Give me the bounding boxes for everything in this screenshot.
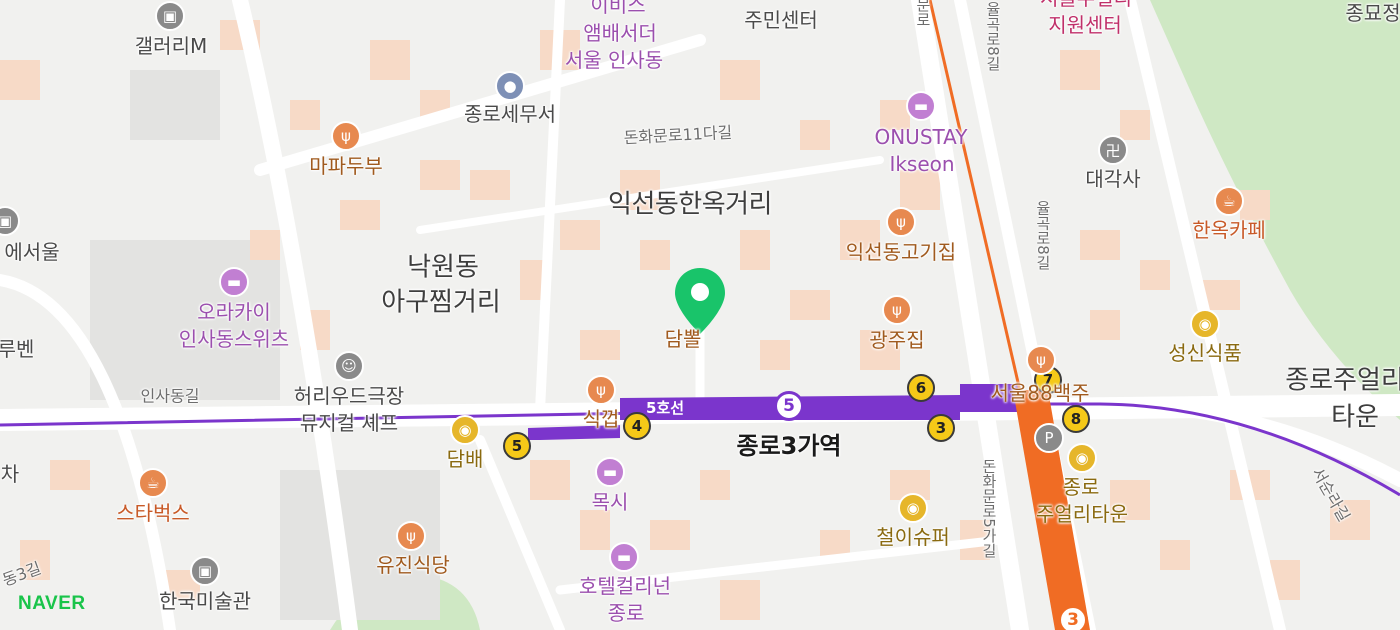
shop-icon[interactable]: ◉ bbox=[898, 493, 928, 523]
parking-icon[interactable]: P bbox=[1034, 423, 1064, 453]
label-seoul88: 서울88백주 bbox=[990, 381, 1090, 406]
restaurant-icon[interactable]: ψ bbox=[886, 207, 916, 237]
label-yujin: 유진식당 bbox=[376, 553, 450, 578]
cafe-icon[interactable]: ☕ bbox=[1214, 186, 1244, 216]
label-sungsin: 성신식품 bbox=[1168, 341, 1242, 366]
restaurant-icon[interactable]: ψ bbox=[1026, 345, 1056, 375]
label-okai-2: 인사동스위츠 bbox=[178, 327, 290, 352]
label-community-center: 주민센터 bbox=[744, 8, 818, 33]
label-hanok-cafe: 한옥카페 bbox=[1192, 218, 1266, 243]
hotel-icon[interactable]: ▬ bbox=[595, 457, 625, 487]
pin-label: 담뽈 bbox=[664, 327, 702, 352]
line3-badge[interactable]: 3 bbox=[1058, 605, 1088, 630]
hotel-icon[interactable]: ▬ bbox=[219, 267, 249, 297]
exit-6[interactable]: 6 bbox=[907, 374, 935, 402]
area-jewelry-1: 종로주얼리 bbox=[1285, 365, 1400, 396]
exit-3[interactable]: 3 bbox=[927, 414, 955, 442]
label-collin-1: 호텔컬리넌 bbox=[579, 574, 671, 599]
label-ibis-1: 이비스 bbox=[590, 0, 646, 18]
line5-badge[interactable]: 5 bbox=[774, 391, 804, 421]
label-musical-chef: 뮤지컬 셰프 bbox=[299, 411, 399, 436]
label-onustay-ikseon: Ikseon bbox=[889, 152, 955, 177]
label-seoul-jewelry: 서울주얼리 bbox=[1040, 0, 1132, 11]
label-chuli: 철이슈퍼 bbox=[876, 525, 950, 550]
exit-8[interactable]: 8 bbox=[1062, 405, 1090, 433]
cafe-icon[interactable]: ☕ bbox=[138, 468, 168, 498]
restaurant-icon[interactable]: ψ bbox=[882, 295, 912, 325]
label-ibis-2: 앰배서더 bbox=[583, 21, 657, 46]
temple-icon[interactable]: 卍 bbox=[1098, 135, 1128, 165]
area-ikseon: 익선동한옥거리 bbox=[608, 189, 772, 220]
label-museum: 한국미술관 bbox=[159, 589, 251, 614]
restaurant-icon[interactable]: ψ bbox=[586, 375, 616, 405]
line5-label: 5호선 bbox=[645, 399, 685, 418]
area-agujjim: 아구찜거리 bbox=[381, 287, 501, 318]
exit-5[interactable]: 5 bbox=[503, 432, 531, 460]
shop-icon[interactable]: ◉ bbox=[1067, 443, 1097, 473]
label-gwangju: 광주집 bbox=[869, 328, 925, 353]
label-moksi: 목시 bbox=[591, 490, 629, 515]
label-okai-1: 오라카이 bbox=[197, 300, 271, 325]
label-support-center: 지원센터 bbox=[1048, 13, 1122, 38]
hotel-icon[interactable]: ▬ bbox=[609, 542, 639, 572]
label-ibis-3: 서울 인사동 bbox=[564, 48, 664, 73]
label-jongro-jt-1: 종로 bbox=[1062, 475, 1100, 500]
gallery-icon[interactable]: ▣ bbox=[190, 556, 220, 586]
exit-4[interactable]: 4 bbox=[623, 412, 651, 440]
label-gogijip: 익선동고기집 bbox=[845, 240, 957, 265]
restaurant-icon[interactable]: ψ bbox=[331, 121, 361, 151]
label-gallery-m: 갤러리M bbox=[134, 34, 208, 59]
road-yulgok8-a: 율곡로8길 bbox=[983, 1, 1002, 71]
road-munro: 문로 bbox=[913, 0, 932, 27]
area-nakwon: 낙원동 bbox=[407, 252, 479, 283]
road-donhwa5: 돈화문로5가길 bbox=[979, 458, 998, 558]
gallery-icon[interactable]: ▣ bbox=[155, 1, 185, 31]
label-cha: 차 bbox=[0, 462, 20, 487]
label-hollywood: 허리우드극장 bbox=[293, 384, 405, 409]
label-collin-2: 종로 bbox=[607, 601, 645, 626]
theater-icon[interactable]: ☺ bbox=[334, 351, 364, 381]
hotel-icon[interactable]: ▬ bbox=[906, 91, 936, 121]
label-daegaksa: 대각사 bbox=[1085, 167, 1141, 192]
label-starbucks: 스타벅스 bbox=[116, 501, 190, 526]
shop-icon[interactable]: ◉ bbox=[1190, 309, 1220, 339]
shop-icon[interactable]: ◉ bbox=[450, 415, 480, 445]
label-eseoul: 에서울 bbox=[4, 240, 60, 265]
station-name[interactable]: 종로3가역 bbox=[736, 432, 841, 460]
map-canvas[interactable]: 익선동한옥거리 낙원동 아구찜거리 종로주얼리 타운 돈화문로11다길 인사동길… bbox=[0, 0, 1400, 630]
area-jewelry-2: 타운 bbox=[1331, 402, 1379, 433]
restaurant-icon[interactable]: ψ bbox=[396, 521, 426, 551]
naver-logo[interactable]: NAVER bbox=[18, 593, 86, 615]
label-onustay: ONUSTAY bbox=[874, 125, 968, 150]
road-yulgok8-b: 율곡로8길 bbox=[1033, 200, 1052, 270]
label-mapa: 마파두부 bbox=[309, 154, 383, 179]
label-ruben: 루벤 bbox=[0, 337, 35, 362]
label-dambae: 담배 bbox=[446, 447, 484, 472]
label-jongmyo: 종묘정 bbox=[1345, 1, 1400, 26]
label-jongro-jt-2: 주얼리타운 bbox=[1036, 502, 1128, 527]
tax-office-icon[interactable]: ● bbox=[495, 71, 525, 101]
road-insadong: 인사동길 bbox=[140, 386, 200, 406]
label-sikgup: 식껍 bbox=[582, 407, 620, 432]
label-tax-office: 종로세무서 bbox=[464, 102, 556, 127]
